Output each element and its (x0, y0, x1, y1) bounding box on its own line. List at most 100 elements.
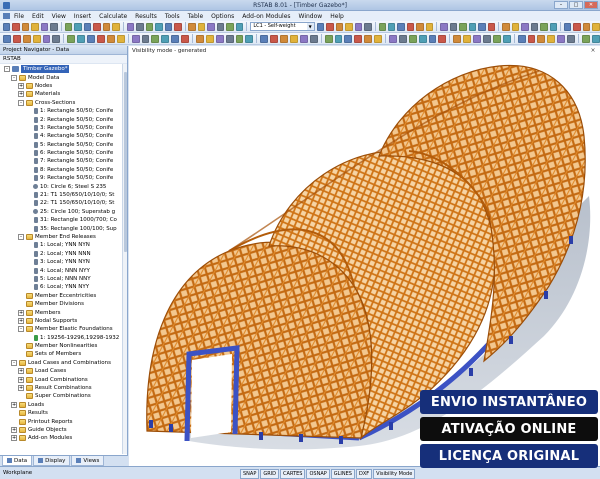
toolbar-button-icon[interactable] (87, 34, 95, 43)
toolbar-button-icon[interactable] (155, 22, 163, 31)
expand-toggle[interactable]: + (18, 368, 24, 375)
menu-add-on-modules[interactable]: Add-on Modules (242, 13, 290, 20)
toolbar-button-icon[interactable] (364, 34, 373, 43)
tree-item[interactable]: + Add-on Modules (0, 434, 127, 442)
osnap-toggle[interactable]: OSNAP (306, 469, 330, 479)
toolbar-button-icon[interactable] (453, 34, 462, 43)
toolbar-button-icon[interactable] (492, 34, 501, 43)
toolbar-button-icon[interactable] (387, 22, 396, 31)
toolbar-button-icon[interactable] (22, 34, 31, 43)
expand-toggle[interactable]: + (18, 82, 24, 89)
tree-item[interactable]: 1: Local; YNN NYN (0, 241, 127, 249)
collapse-toggle[interactable]: - (11, 359, 17, 366)
toolbar-button-icon[interactable] (136, 22, 144, 31)
toolbar-button-icon[interactable] (549, 22, 558, 31)
expand-toggle[interactable]: + (11, 401, 17, 408)
toolbar-button-icon[interactable] (280, 34, 288, 43)
toolbar-button-icon[interactable] (164, 22, 173, 31)
toolbar-button-icon[interactable] (316, 22, 325, 31)
toolbar-button-icon[interactable] (502, 22, 510, 31)
menu-tools[interactable]: Tools (165, 13, 180, 20)
toolbar-button-icon[interactable] (521, 22, 529, 31)
tree-item[interactable]: + Guide Objects (0, 426, 127, 434)
tree-item[interactable]: 6: Local; YNN NYY (0, 283, 127, 291)
tree-item[interactable]: 4: Rectangle 50/50; Conife (0, 132, 127, 140)
tree-item[interactable]: - Cross-Sections (0, 99, 127, 107)
tree-item[interactable]: Results (0, 409, 127, 417)
toolbar-button-icon[interactable] (299, 34, 308, 43)
toolbar-button-icon[interactable] (473, 34, 481, 43)
tree-item[interactable]: 22: T1 150/650/10/10/0; St (0, 199, 127, 207)
toolbar-button-icon[interactable] (145, 22, 154, 31)
expand-toggle[interactable]: + (18, 91, 24, 98)
toolbar-button-icon[interactable] (83, 22, 92, 31)
visibility-mode-toggle[interactable]: Visibility Mode (373, 469, 416, 479)
tree-item[interactable]: 6: Rectangle 50/50; Conife (0, 149, 127, 157)
toolbar-button-icon[interactable] (174, 22, 182, 31)
tree-item[interactable]: 7: Rectangle 50/50; Conife (0, 157, 127, 165)
tree-item[interactable]: 9: Rectangle 50/50; Conife (0, 174, 127, 182)
toolbar-button-icon[interactable] (116, 34, 125, 43)
tree-item[interactable]: + Load Combinations (0, 375, 127, 383)
tree-item-model[interactable]: - Timber Gazebo* (0, 65, 127, 74)
tree-item[interactable]: 1: 19256-19296,19298-1932 (0, 334, 127, 342)
toolbar-button-icon[interactable] (106, 34, 115, 43)
toolbar-button-icon[interactable] (226, 22, 234, 31)
toolbar-button-icon[interactable] (260, 34, 269, 43)
toolbar-button-icon[interactable] (463, 34, 472, 43)
toolbar-button-icon[interactable] (378, 22, 386, 31)
collapse-toggle[interactable]: - (11, 74, 17, 81)
tree-item[interactable]: - Member Elastic Foundations (0, 325, 127, 333)
toolbar-button-icon[interactable] (345, 22, 353, 31)
toolbar-button-icon[interactable] (112, 22, 120, 31)
tree-item[interactable]: 3: Local; YNN NYN (0, 258, 127, 266)
toolbar-button-icon[interactable] (12, 34, 21, 43)
toolbar-button-icon[interactable] (482, 34, 491, 43)
toolbar-button-icon[interactable] (215, 34, 224, 43)
chevron-down-icon[interactable]: ▼ (306, 23, 314, 30)
toolbar-button-icon[interactable] (31, 22, 39, 31)
toolbar-button-icon[interactable] (557, 34, 566, 43)
toolbar-button-icon[interactable] (428, 34, 437, 43)
tab-views[interactable]: Views (71, 456, 105, 466)
toolbar-button-icon[interactable] (592, 22, 600, 31)
tree-item[interactable]: - Member End Releases (0, 233, 127, 241)
tree-item[interactable]: 3: Rectangle 50/50; Conife (0, 124, 127, 132)
toolbar-button-icon[interactable] (74, 22, 82, 31)
toolbar-button-icon[interactable] (141, 34, 150, 43)
menu-options[interactable]: Options (211, 13, 234, 20)
tree-item[interactable]: + Materials (0, 90, 127, 98)
toolbar-button-icon[interactable] (540, 22, 548, 31)
toolbar-button-icon[interactable] (64, 22, 73, 31)
toolbar-button-icon[interactable] (50, 22, 58, 31)
toolbar-button-icon[interactable] (487, 22, 496, 31)
toolbar-button-icon[interactable] (438, 34, 447, 43)
toolbar-button-icon[interactable] (12, 22, 20, 31)
toolbar-button-icon[interactable] (40, 22, 49, 31)
menu-edit[interactable]: Edit (32, 13, 44, 20)
tree-item[interactable]: 5: Local; NNN NNY (0, 275, 127, 283)
toolbar-button-icon[interactable] (245, 34, 254, 43)
tree-item[interactable]: 25: Circle 100; Superstab g (0, 208, 127, 216)
grid-toggle[interactable]: GRID (260, 469, 280, 479)
toolbar-button-icon[interactable] (344, 34, 353, 43)
toolbar-button-icon[interactable] (334, 34, 343, 43)
toolbar-button-icon[interactable] (582, 22, 591, 31)
toolbar-button-icon[interactable] (397, 22, 405, 31)
tab-display[interactable]: Display (33, 456, 71, 466)
tree-item[interactable]: + Nodal Supports (0, 317, 127, 325)
toolbar-button-icon[interactable] (181, 34, 189, 43)
expand-toggle[interactable]: + (11, 435, 17, 442)
toolbar-button-icon[interactable] (478, 22, 486, 31)
collapse-toggle[interactable]: - (18, 234, 24, 240)
toolbar-button-icon[interactable] (205, 34, 214, 43)
toolbar-button-icon[interactable] (591, 34, 600, 43)
menu-window[interactable]: Window (299, 13, 323, 20)
expand-toggle[interactable]: + (18, 317, 24, 324)
tree-item[interactable]: - Load Cases and Combinations (0, 359, 127, 367)
toolbar-button-icon[interactable] (563, 22, 572, 31)
tree-item[interactable]: Member Divisions (0, 300, 127, 308)
menu-view[interactable]: View (52, 13, 66, 20)
toolbar-button-icon[interactable] (547, 34, 556, 43)
dxf-toggle[interactable]: DXF (355, 469, 373, 479)
